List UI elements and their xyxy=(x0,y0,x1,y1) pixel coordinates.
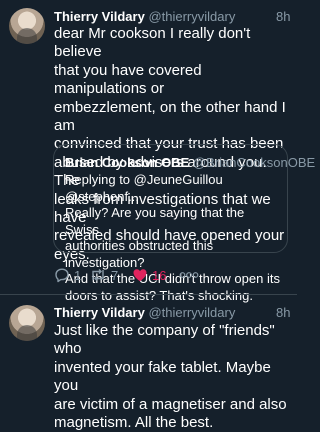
tweet-divider xyxy=(0,294,297,295)
quoted-tweet[interactable]: Brian Cookson OBE @BrianCooksonOBE Reply… xyxy=(53,144,315,303)
quoted-author-name: Brian Cookson OBE xyxy=(65,155,190,170)
author-handle[interactable]: @thierryvildary xyxy=(148,305,235,320)
like-button[interactable]: 16 xyxy=(132,265,166,285)
tweet-header: Thierry Vildary @thierryvildary xyxy=(54,9,235,25)
author-handle[interactable]: @thierryvildary xyxy=(148,9,235,24)
retweet-count: 7 xyxy=(111,267,119,283)
tweet-text: Just like the company of "friends" who i… xyxy=(54,322,287,432)
retweet-icon xyxy=(89,267,107,283)
more-button[interactable] xyxy=(179,265,199,285)
tweet-actions: 1 7 16 xyxy=(54,265,284,285)
reply-button[interactable]: 1 xyxy=(54,265,81,285)
author-name[interactable]: Thierry Vildary xyxy=(54,305,145,320)
timestamp[interactable]: 8h xyxy=(276,9,290,25)
quoted-author-handle: @BrianCooksonOBE xyxy=(192,155,316,170)
reply-count: 1 xyxy=(74,267,82,283)
heart-icon xyxy=(132,267,148,283)
author-name[interactable]: Thierry Vildary xyxy=(54,9,145,24)
like-count: 16 xyxy=(152,267,167,283)
tweet-header: Thierry Vildary @thierryvildary xyxy=(54,305,235,321)
avatar[interactable] xyxy=(9,8,45,44)
timestamp[interactable]: 8h xyxy=(276,305,290,321)
avatar[interactable] xyxy=(9,305,45,341)
quoted-tweet-header: Brian Cookson OBE @BrianCooksonOBE xyxy=(65,155,315,171)
retweet-button[interactable]: 7 xyxy=(89,265,118,285)
reply-icon xyxy=(54,267,70,283)
more-icon xyxy=(179,270,199,280)
